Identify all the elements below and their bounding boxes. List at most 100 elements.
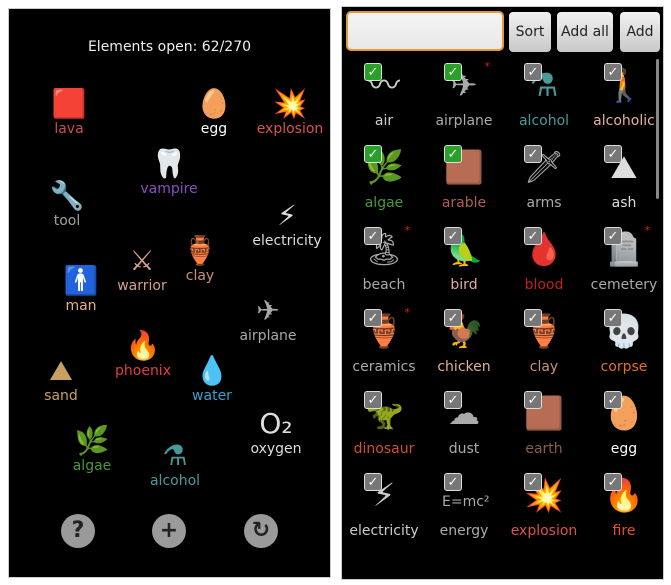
element-algae[interactable]: 🌿 algae [47, 424, 137, 474]
list-item-clay[interactable]: 🏺 ✓ clay [504, 309, 584, 375]
list-item-bird[interactable]: 🦜 ✓ bird [424, 227, 504, 293]
alcoholic-icon: 🚶 ✓ [604, 63, 644, 104]
new-star-icon: * [404, 306, 411, 319]
checkbox[interactable]: ✓ [524, 391, 542, 409]
new-star-icon: * [404, 224, 411, 237]
checkbox[interactable]: ✓ [364, 145, 382, 163]
scrollbar[interactable] [656, 59, 659, 199]
checkbox[interactable]: ✓ [364, 227, 382, 245]
list-item-arable[interactable]: 🟫 ✓ arable [424, 145, 504, 211]
elements-open-counter: Elements open: 62/270 [87, 39, 252, 55]
checkbox[interactable]: ✓ [604, 309, 622, 327]
element-oxygen[interactable]: O₂ oxygen [231, 407, 321, 457]
checkbox[interactable]: ✓ [444, 145, 462, 163]
checkbox[interactable]: ✓ [604, 63, 622, 81]
checkbox[interactable]: ✓ [444, 391, 462, 409]
list-item-cemetery[interactable]: 🪦 ✓ * cemetery [584, 224, 664, 293]
checkbox[interactable]: ✓ [364, 309, 382, 327]
item-label: dinosaur [353, 441, 415, 457]
list-item-fire[interactable]: 🔥 ✓ fire [584, 473, 664, 539]
element-label: man [65, 298, 97, 314]
list-item-ceramics[interactable]: 🏺 ✓ * ceramics [344, 306, 424, 375]
item-label: electricity [349, 523, 419, 539]
list-item-ash[interactable]: ⛰ ✓ ash [584, 145, 664, 211]
checkbox[interactable]: ✓ [604, 145, 622, 163]
checkbox[interactable]: ✓ [524, 227, 542, 245]
checkbox[interactable]: ✓ [604, 391, 622, 409]
add-button[interactable]: + [152, 514, 186, 548]
element-lava[interactable]: 🟥 lava [24, 87, 114, 137]
list-item-alcoholic[interactable]: 🚶 ✓ alcoholic [584, 63, 664, 129]
checkbox[interactable]: ✓ [444, 227, 462, 245]
list-item-explosion[interactable]: 💥 ✓ explosion [504, 473, 584, 539]
element-label: explosion [256, 121, 324, 137]
list-item-alcohol[interactable]: ⚗ ✓ alcohol [504, 63, 584, 129]
list-item-electricity[interactable]: ⚡ ✓ electricity [344, 473, 424, 539]
element-sand[interactable]: ⛰ sand [16, 354, 106, 404]
add-button[interactable]: Add [620, 12, 660, 52]
list-item-blood[interactable]: 🩸 ✓ blood [504, 227, 584, 293]
egg-icon: 🥚 ✓ [604, 391, 644, 432]
blood-icon: 🩸 ✓ [524, 227, 564, 268]
item-label: arms [526, 195, 562, 211]
list-item-algae[interactable]: 🌿 ✓ algae [344, 145, 424, 211]
egg-icon: 🥚 [196, 87, 232, 120]
element-label: lava [54, 121, 84, 137]
list-item-corpse[interactable]: 💀 ✓ corpse [584, 309, 664, 375]
checkbox[interactable]: ✓ [444, 473, 462, 491]
item-label: corpse [600, 359, 648, 375]
sort-button[interactable]: Sort [509, 12, 551, 52]
checkbox[interactable]: ✓ [444, 309, 462, 327]
list-item-beach[interactable]: 🏝 ✓ * beach [344, 224, 424, 293]
refresh-icon: ↻ [251, 518, 271, 543]
item-label: fire [612, 523, 636, 539]
list-item-dinosaur[interactable]: 🦖 ✓ dinosaur [344, 391, 424, 457]
checkbox[interactable]: ✓ [364, 391, 382, 409]
chicken-icon: 🐓 ✓ [444, 309, 484, 350]
item-label: arable [441, 195, 487, 211]
element-man[interactable]: 🚹 man [36, 264, 126, 314]
checkbox[interactable]: ✓ [364, 63, 382, 81]
search-input[interactable] [346, 11, 504, 51]
checkbox[interactable]: ✓ [524, 309, 542, 327]
element-clay[interactable]: 🏺 clay [155, 234, 245, 284]
element-electricity[interactable]: ⚡ electricity [242, 199, 332, 249]
list-item-egg[interactable]: 🥚 ✓ egg [584, 391, 664, 457]
element-airplane[interactable]: ✈ airplane [223, 294, 313, 344]
item-label: bird [450, 277, 478, 293]
checkbox[interactable]: ✓ [444, 63, 462, 81]
list-item-airplane[interactable]: ✈ ✓ * airplane [424, 61, 504, 129]
element-vampire[interactable]: 🦷 vampire [124, 147, 214, 197]
ash-icon: ⛰ ✓ [602, 145, 646, 189]
list-item-earth[interactable]: 🟫 ✓ earth [504, 391, 584, 457]
list-item-energy[interactable]: E=mc² ✓ energy [424, 473, 504, 539]
new-star-icon: * [484, 60, 491, 73]
checkbox[interactable]: ✓ [604, 473, 622, 491]
list-item-air[interactable]: 〰 ✓ air [344, 63, 424, 129]
airplane-icon: ✈ ✓ * [442, 61, 490, 107]
element-alcohol[interactable]: ⚗ alcohol [130, 439, 220, 489]
element-label: sand [44, 388, 78, 404]
help-button[interactable]: ? [61, 514, 95, 548]
reset-button[interactable]: ↻ [244, 514, 278, 548]
list-item-dust[interactable]: ☁ ✓ dust [424, 391, 504, 457]
alcohol-icon: ⚗ ✓ [522, 63, 566, 107]
checkbox[interactable]: ✓ [364, 473, 382, 491]
checkbox[interactable]: ✓ [604, 227, 622, 245]
arms-icon: 🗡 ✓ [523, 145, 565, 186]
list-item-arms[interactable]: 🗡 ✓ arms [504, 145, 584, 211]
add-all-button[interactable]: Add all [557, 12, 613, 52]
checkbox[interactable]: ✓ [524, 63, 542, 81]
element-water[interactable]: 💧 water [167, 354, 257, 404]
element-tool[interactable]: 🔧 tool [22, 179, 112, 229]
lava-icon: 🟥 [51, 87, 87, 120]
alcohol-icon: ⚗ [162, 439, 188, 472]
item-label: algae [364, 195, 404, 211]
sand-icon: ⛰ [49, 354, 73, 387]
new-star-icon: * [644, 224, 651, 237]
checkbox[interactable]: ✓ [524, 145, 542, 163]
element-explosion[interactable]: 💥 explosion [245, 87, 335, 137]
list-item-chicken[interactable]: 🐓 ✓ chicken [424, 309, 504, 375]
checkbox[interactable]: ✓ [524, 473, 542, 491]
dinosaur-icon: 🦖 ✓ [364, 391, 404, 432]
